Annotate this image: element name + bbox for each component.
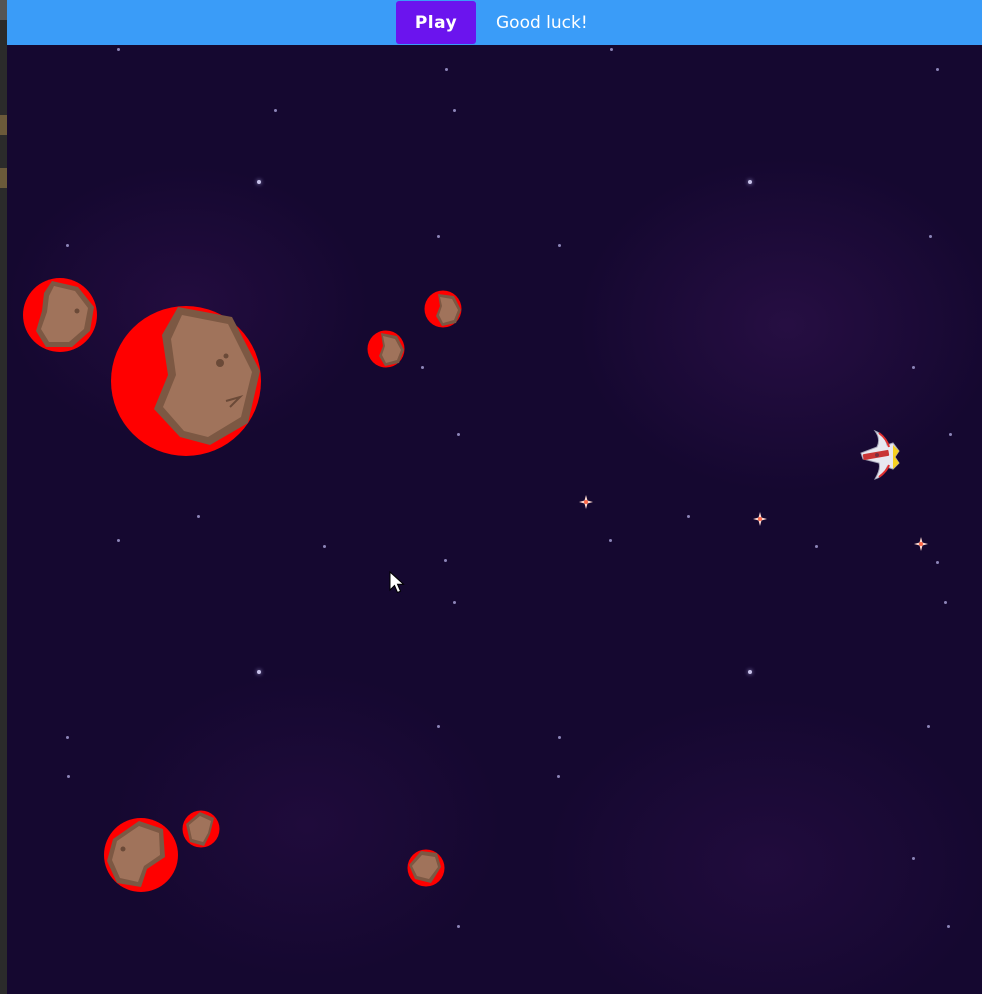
- star: [453, 109, 456, 112]
- asteroid-icon: [424, 290, 462, 328]
- star: [558, 244, 561, 247]
- star: [936, 68, 939, 71]
- star: [748, 670, 752, 674]
- edge-marker: [0, 0, 7, 20]
- star: [912, 857, 915, 860]
- star: [274, 109, 277, 112]
- left-window-edge: [0, 0, 7, 994]
- star: [453, 601, 456, 604]
- star: [457, 925, 460, 928]
- star: [912, 366, 915, 369]
- asteroid-icon: [182, 810, 220, 848]
- star: [117, 48, 120, 51]
- asteroid-icon: [23, 278, 97, 352]
- sparkle-bullet-icon: [914, 537, 928, 551]
- star: [927, 725, 930, 728]
- sparkle-bullet-icon: [753, 512, 767, 526]
- top-toolbar: Play Good luck!: [7, 0, 982, 45]
- star: [944, 601, 947, 604]
- star: [610, 48, 613, 51]
- edge-marker: [0, 115, 7, 135]
- spaceship-icon: [860, 429, 900, 480]
- game-canvas[interactable]: [7, 45, 982, 994]
- star: [457, 433, 460, 436]
- star: [687, 515, 690, 518]
- sparkle-bullet-icon: [579, 495, 593, 509]
- play-button[interactable]: Play: [396, 1, 476, 44]
- star: [117, 539, 120, 542]
- asteroid-icon: [367, 330, 405, 368]
- star: [445, 68, 448, 71]
- star: [437, 235, 440, 238]
- star: [947, 925, 950, 928]
- star: [815, 545, 818, 548]
- status-message: Good luck!: [496, 13, 588, 33]
- star: [609, 539, 612, 542]
- star: [66, 244, 69, 247]
- asteroid-icon: [104, 818, 178, 892]
- star: [67, 775, 70, 778]
- star: [949, 433, 952, 436]
- star: [257, 180, 261, 184]
- star: [421, 366, 424, 369]
- star: [444, 559, 447, 562]
- star: [929, 235, 932, 238]
- star: [257, 670, 261, 674]
- star: [323, 545, 326, 548]
- star: [197, 515, 200, 518]
- edge-marker: [0, 168, 7, 188]
- star: [558, 736, 561, 739]
- star: [557, 775, 560, 778]
- star: [66, 736, 69, 739]
- asteroid-icon: [111, 306, 261, 456]
- star: [437, 725, 440, 728]
- star: [748, 180, 752, 184]
- asteroid-icon: [407, 849, 445, 887]
- star: [936, 561, 939, 564]
- mouse-pointer-icon: [389, 571, 405, 594]
